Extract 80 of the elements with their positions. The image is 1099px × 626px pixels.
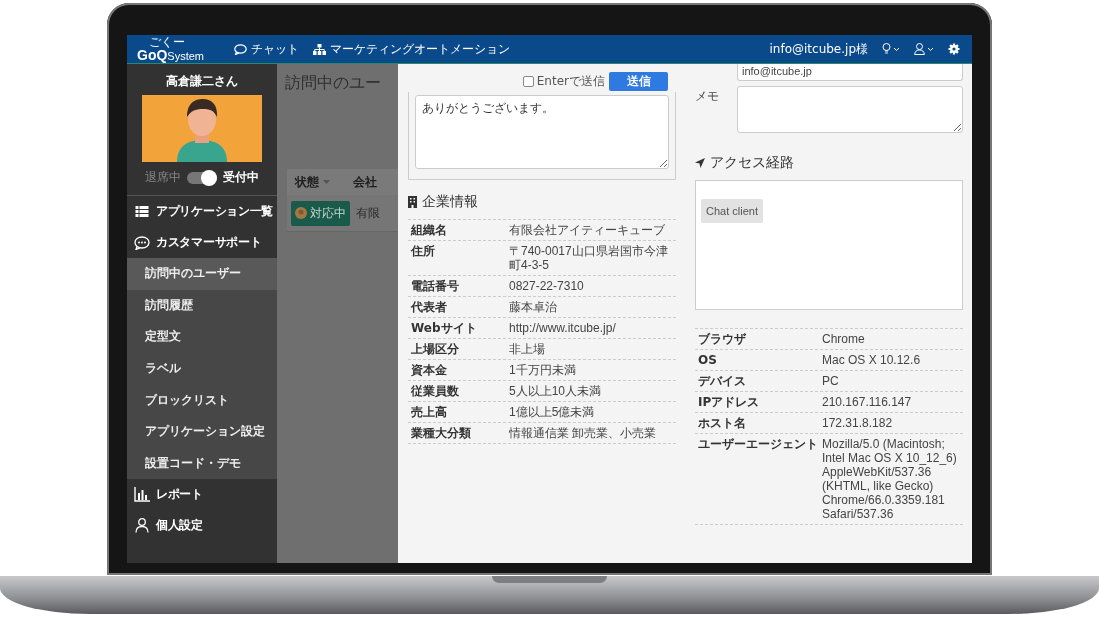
memo-field[interactable] [737,86,963,133]
send-button[interactable]: 送信 [609,71,668,91]
location-arrow-icon [695,158,705,168]
sidebar-item[interactable]: カスタマーサポート [127,227,277,258]
table-cell-text: Chrome [822,332,866,346]
table-cell-text: 1億以上5億未満 [509,405,596,419]
bulb-menu-icon[interactable] [882,43,902,55]
enter-to-send-checkbox[interactable]: Enterで送信 [522,72,605,90]
submenu-item[interactable]: 訪問履歴 [127,289,277,322]
status-badge: 対応中 [291,200,350,226]
section-title: アクセス経路 [710,154,794,172]
submenu-item[interactable]: ブロックリスト [127,384,277,416]
table-cell-text: ブラウザ [698,332,747,346]
section-title: 企業情報 [422,193,478,211]
sidebar-item[interactable]: 個人設定 [127,510,277,542]
table-cell-text: 資本金 [411,363,448,377]
status-label: 受付中 [223,169,259,186]
speech-bubble-icon [234,43,248,55]
table-cell-text: 住所 [411,244,436,260]
sidebar-item-label: アプリケーション一覧 [156,203,273,220]
table-cell-text: 売上高 [411,405,448,419]
table-cell-text: 172.31.8.182 [822,416,894,430]
table-cell-text: 〒740-0017山口県岩国市今津町4-3-5 [509,244,669,272]
table-cell-text: ユーザーエージェント [698,437,819,453]
sidebar-item-label: 個人設定 [156,517,203,535]
org-chart-icon [313,43,327,55]
bar-chart-icon [134,487,150,503]
nav-link[interactable]: マーケティングオートメーション [313,40,511,58]
page-title: 訪問中のユー [285,73,382,94]
settings-icon[interactable] [948,43,960,55]
table-cell-text: Mozilla/5.0 (Macintosh; Intel Mac OS X 10_12_6) AppleWebKit/537.36 (KHTML, like Gecko) Chrome/66.0.3359.181 Safari/537.36 [822,437,958,521]
sidebar-item[interactable]: レポート [127,479,277,511]
sidebar-item-label: レポート [156,486,203,504]
table-cell-text: Webサイト [411,321,478,335]
speech-bubble-icon [134,235,150,250]
column-header[interactable]: 状態 [295,173,319,191]
submenu-item[interactable]: 定型文 [127,321,277,353]
table-cell-text: 非上場 [509,342,546,356]
table-cell-text: Mac OS X 10.12.6 [822,353,922,367]
person-icon [134,518,150,534]
table-cell-text: http://www.itcube.jp/ [509,321,617,335]
table-cell-text: 従業員数 [411,384,460,398]
user-name: 高倉謙二さん [165,73,239,90]
status-label: 退席中 [145,169,181,186]
table-cell-text: PC [822,374,840,388]
user-menu-icon[interactable] [914,43,936,55]
submenu-item[interactable]: 設置コード・デモ [127,447,277,480]
message-field[interactable]: ありがとうございます。 [415,95,669,169]
sidebar-item[interactable]: アプリケーション一覧 [127,196,277,227]
table-cell-text: デバイス [698,374,747,388]
route-step: Chat client [701,199,763,223]
submenu-item[interactable]: ラベル [127,352,277,385]
account-link[interactable]: info@itcube.jp様 [769,40,868,58]
table-cell-text: 電話番号 [411,279,460,293]
table-cell-text: 有限会社アイティーキューブ [509,223,666,237]
email-field[interactable]: info@itcube.jp [737,64,963,81]
table-cell-text: ホスト名 [698,416,747,430]
column-header[interactable]: 会社 [353,173,377,191]
submenu-item[interactable]: 訪問中のユーザー [127,258,277,290]
table-cell: 有限 [356,204,380,222]
logo[interactable]: ごくー GoQSystem [137,36,205,62]
table-cell-text: 代表者 [411,300,448,314]
table-cell-text: 組織名 [411,223,448,237]
table-cell-text: 上場区分 [411,342,460,356]
building-icon [408,196,417,208]
sidebar-item-label: カスタマーサポート [156,234,262,251]
list-icon [134,206,150,217]
table-cell-text: 藤本卓治 [509,300,558,314]
table-cell-text: OS [698,353,718,367]
table-cell-text: IPアドレス [698,395,761,409]
table-cell-text: 5人以上10人未満 [509,384,603,398]
submenu-item[interactable]: アプリケーション設定 [127,415,277,448]
nav-link[interactable]: チャット [234,40,300,58]
table-cell-text: 0827-22-7310 [509,279,585,293]
table-cell-text: 情報通信業 卸売業、小売業 [509,426,658,440]
table-cell-text: 業種大分類 [411,426,472,440]
status-toggle[interactable] [187,171,217,184]
table-cell-text: 1千万円未満 [509,363,577,377]
field-label: メモ [695,88,720,105]
table-cell-text: 210.167.116.147 [822,395,913,409]
